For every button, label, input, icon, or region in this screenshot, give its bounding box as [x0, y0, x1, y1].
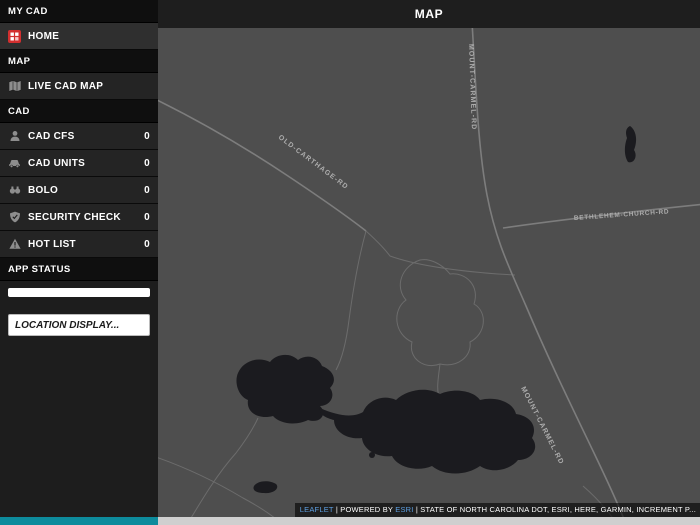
security-check-count: 0: [144, 211, 150, 223]
sidebar-item-label: HOME: [28, 30, 60, 42]
sidebar-item-label: CAD CFS: [28, 130, 75, 142]
hot-list-count: 0: [144, 238, 150, 250]
home-icon: [8, 29, 21, 43]
sidebar-item-label: CAD UNITS: [28, 157, 86, 169]
map-title-bar: MAP: [158, 0, 700, 28]
vehicle-icon: [8, 157, 21, 170]
sidebar-item-security-check[interactable]: SECURITY CHECK 0: [0, 204, 158, 231]
section-header-my-cad: MY CAD: [0, 0, 158, 23]
sidebar-item-label: LIVE CAD MAP: [28, 80, 104, 92]
attribution-credits: | STATE OF NORTH CAROLINA DOT, ESRI, HER…: [413, 505, 696, 514]
sidebar-item-bolo[interactable]: BOLO 0: [0, 177, 158, 204]
cad-application: MAP MY CAD HOME MAP LIVE CAD MAP CAD CAD…: [0, 0, 700, 525]
leaflet-link[interactable]: LEAFLET: [300, 505, 334, 514]
section-header-app-status: APP STATUS: [0, 258, 158, 281]
map-tiles: MOUNT-CARMEL-RD OLD-CARTHAGE-RD BETHLEHE…: [158, 28, 700, 517]
sidebar-item-live-cad-map[interactable]: LIVE CAD MAP: [0, 73, 158, 100]
sidebar-item-label: HOT LIST: [28, 238, 76, 250]
sidebar: MY CAD HOME MAP LIVE CAD MAP CAD CAD CFS…: [0, 0, 158, 517]
binoculars-icon: [8, 184, 21, 197]
sidebar-item-hot-list[interactable]: HOT LIST 0: [0, 231, 158, 258]
app-status-indicator: [8, 288, 150, 297]
map-attribution: LEAFLET | POWERED BY ESRI | STATE OF NOR…: [294, 503, 700, 517]
bottom-status-strip: [0, 517, 700, 525]
page-title: MAP: [414, 7, 444, 21]
call-for-service-icon: [8, 130, 21, 143]
shield-check-icon: [8, 211, 21, 224]
sidebar-item-home[interactable]: HOME: [0, 23, 158, 50]
sidebar-item-label: SECURITY CHECK: [28, 211, 121, 223]
map-icon: [8, 80, 21, 93]
esri-link[interactable]: ESRI: [395, 505, 413, 514]
cad-units-count: 0: [144, 157, 150, 169]
location-display-field[interactable]: [8, 314, 150, 336]
sidebar-item-cad-units[interactable]: CAD UNITS 0: [0, 150, 158, 177]
live-cad-map-canvas[interactable]: MOUNT-CARMEL-RD OLD-CARTHAGE-RD BETHLEHE…: [158, 28, 700, 517]
sidebar-item-cad-cfs[interactable]: CAD CFS 0: [0, 123, 158, 150]
cad-cfs-count: 0: [144, 130, 150, 142]
section-header-map: MAP: [0, 50, 158, 73]
sidebar-item-label: BOLO: [28, 184, 59, 196]
attribution-powered-by: POWERED BY: [340, 505, 396, 514]
connection-status-strip: [0, 517, 158, 525]
section-header-cad: CAD: [0, 100, 158, 123]
warning-icon: [8, 238, 21, 251]
bolo-count: 0: [144, 184, 150, 196]
